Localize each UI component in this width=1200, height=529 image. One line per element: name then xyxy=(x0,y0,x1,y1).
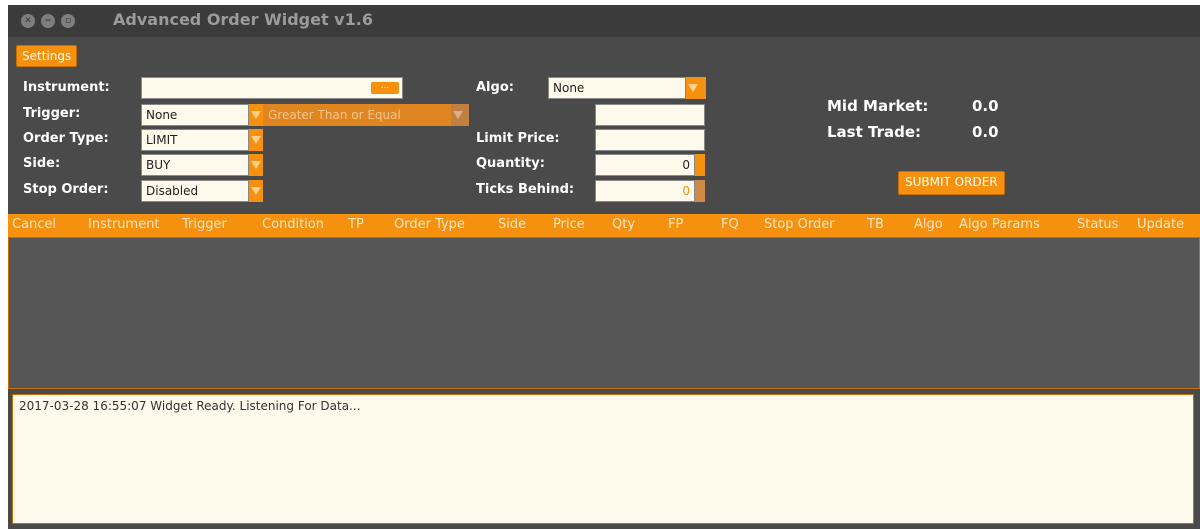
instrument-label: Instrument: xyxy=(23,80,110,95)
side-label: Side: xyxy=(23,156,61,171)
column-header[interactable]: Cancel xyxy=(12,217,56,232)
column-header[interactable]: FP xyxy=(668,217,683,232)
column-header[interactable]: Qty xyxy=(612,217,635,232)
limit-price-input[interactable] xyxy=(595,129,705,151)
stop-order-label: Stop Order: xyxy=(23,182,109,197)
algo-select[interactable]: None xyxy=(548,77,686,99)
last-trade-value: 0.0 xyxy=(972,123,999,141)
instrument-browse-button[interactable]: ... xyxy=(371,82,399,94)
log-line: 2017-03-28 16:55:07 Widget Ready. Listen… xyxy=(19,399,361,413)
orders-table-header: Cancel Instrument Trigger Condition TP O… xyxy=(8,214,1200,237)
window-title: Advanced Order Widget v1.6 xyxy=(113,10,373,29)
column-header[interactable]: Condition xyxy=(262,217,324,232)
ticks-behind-stepper[interactable]: 0 xyxy=(595,180,695,202)
instrument-input[interactable] xyxy=(141,77,403,99)
log-area[interactable]: 2017-03-28 16:55:07 Widget Ready. Listen… xyxy=(12,394,1194,524)
submit-order-button[interactable]: SUBMIT ORDER xyxy=(898,171,1005,195)
side-dropdown-icon[interactable] xyxy=(249,154,263,176)
app-window: ✕ − ▫ Advanced Order Widget v1.6 Setting… xyxy=(8,5,1200,529)
trigger-label: Trigger: xyxy=(23,106,81,121)
condition-dropdown-icon[interactable] xyxy=(451,104,469,126)
side-select[interactable]: BUY xyxy=(141,154,249,176)
column-header[interactable]: TP xyxy=(348,217,364,232)
column-header[interactable]: Status xyxy=(1077,217,1118,232)
close-icon[interactable]: ✕ xyxy=(21,14,35,28)
column-header[interactable]: Price xyxy=(553,217,585,232)
mid-market-label: Mid Market: xyxy=(827,97,929,115)
column-header[interactable]: FQ xyxy=(721,217,739,232)
orders-table-body[interactable] xyxy=(8,237,1200,389)
column-header[interactable]: Algo Params xyxy=(959,217,1040,232)
ticks-behind-label: Ticks Behind: xyxy=(476,182,575,197)
trigger-dropdown-icon[interactable] xyxy=(249,104,263,126)
quantity-spinner-icon[interactable] xyxy=(695,154,705,176)
column-header[interactable]: Order Type xyxy=(394,217,465,232)
quantity-label: Quantity: xyxy=(476,156,545,171)
limit-price-label: Limit Price: xyxy=(476,131,560,146)
column-header[interactable]: Update xyxy=(1137,217,1184,232)
order-type-select[interactable]: LIMIT xyxy=(141,129,249,151)
mid-market-value: 0.0 xyxy=(972,97,999,115)
column-header[interactable]: Instrument xyxy=(88,217,160,232)
algo-dropdown-icon[interactable] xyxy=(686,77,706,99)
trigger-price-input[interactable] xyxy=(595,104,705,126)
column-header[interactable]: TB xyxy=(867,217,884,232)
maximize-icon[interactable]: ▫ xyxy=(61,14,75,28)
column-header[interactable]: Algo xyxy=(914,217,943,232)
column-header[interactable]: Trigger xyxy=(182,217,227,232)
stop-order-dropdown-icon[interactable] xyxy=(249,180,263,202)
settings-button[interactable]: Settings xyxy=(16,45,78,67)
quantity-stepper[interactable]: 0 xyxy=(595,154,695,176)
order-type-label: Order Type: xyxy=(23,131,109,146)
algo-label: Algo: xyxy=(476,80,514,95)
minimize-icon[interactable]: − xyxy=(41,14,55,28)
trigger-select[interactable]: None xyxy=(141,104,249,126)
condition-select[interactable]: Greater Than or Equal xyxy=(263,104,451,126)
order-type-dropdown-icon[interactable] xyxy=(249,129,263,151)
ticks-behind-spinner-icon[interactable] xyxy=(695,180,705,202)
stop-order-select[interactable]: Disabled xyxy=(141,180,249,202)
title-bar: ✕ − ▫ Advanced Order Widget v1.6 xyxy=(8,5,1200,37)
last-trade-label: Last Trade: xyxy=(827,123,922,141)
column-header[interactable]: Stop Order xyxy=(764,217,835,232)
column-header[interactable]: Side xyxy=(498,217,526,232)
